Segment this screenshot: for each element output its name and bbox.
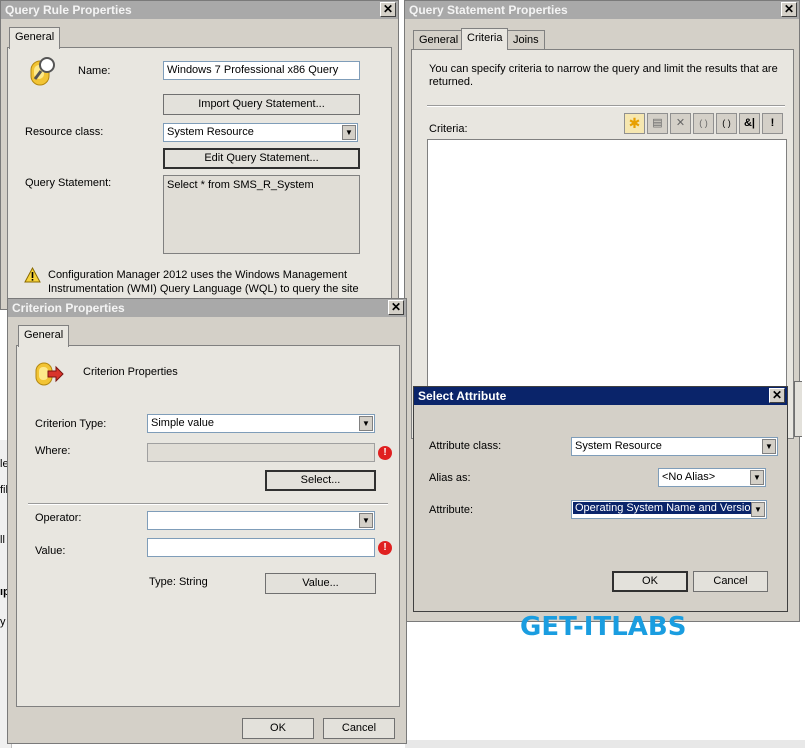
query-icon xyxy=(27,55,57,90)
chevron-down-icon[interactable]: ▼ xyxy=(359,416,373,431)
attribute-class-label: Attribute class: xyxy=(429,440,502,452)
value-button[interactable]: Value... xyxy=(265,573,376,594)
warning-icon xyxy=(24,266,41,286)
properties-icon[interactable]: ▤ xyxy=(647,113,668,134)
resource-class-label: Resource class: xyxy=(25,126,104,138)
tab-criteria[interactable]: Criteria xyxy=(461,28,509,50)
resource-class-select[interactable]: System Resource ▼ xyxy=(163,123,358,142)
query-statement-title: Query Statement Properties xyxy=(405,1,799,19)
query-statement-box[interactable]: Select * from SMS_R_System xyxy=(163,175,360,254)
error-icon: ! xyxy=(378,541,392,555)
tab-joins[interactable]: Joins xyxy=(507,30,545,50)
new-criterion-icon[interactable]: ✱ xyxy=(624,113,645,134)
criteria-list[interactable] xyxy=(427,139,787,387)
attribute-value: Operating System Name and Version xyxy=(573,502,759,514)
alias-label: Alias as: xyxy=(429,472,471,484)
import-query-statement-button[interactable]: Import Query Statement... xyxy=(163,94,360,115)
cancel-button[interactable]: Cancel xyxy=(693,571,768,592)
criteria-toolbar: ✱ ▤ ✕ ( ) ( ) &| ! xyxy=(623,113,789,135)
alias-select[interactable]: <No Alias> ▼ xyxy=(658,468,766,487)
select-button[interactable]: Select... xyxy=(265,470,376,491)
cancel-button[interactable]: Cancel xyxy=(323,718,395,739)
query-statement-label: Query Statement: xyxy=(25,177,112,189)
attribute-select[interactable]: Operating System Name and Version ▼ xyxy=(571,500,767,519)
ok-button[interactable]: OK xyxy=(242,718,314,739)
criteria-label: Criteria: xyxy=(429,123,468,135)
warning-line-1: Configuration Manager 2012 uses the Wind… xyxy=(48,269,348,281)
chevron-down-icon[interactable]: ▼ xyxy=(750,470,764,485)
type-string-label: Type: String xyxy=(149,576,208,588)
chevron-down-icon[interactable]: ▼ xyxy=(751,502,765,517)
warning-line-2: Instrumentation (WMI) Query Language (WQ… xyxy=(48,283,359,295)
query-rule-dialog: Query Rule Properties ✕ General Name: Wi… xyxy=(0,0,399,310)
separator xyxy=(28,503,388,505)
chevron-down-icon[interactable]: ▼ xyxy=(342,125,356,140)
criterion-type-select[interactable]: Simple value ▼ xyxy=(147,414,375,433)
and-or-icon[interactable]: &| xyxy=(739,113,760,134)
separator xyxy=(427,105,785,107)
close-icon[interactable]: ✕ xyxy=(380,2,396,17)
value-label: Value: xyxy=(35,545,66,557)
select-attribute-dialog: Select Attribute ✕ Attribute class: Syst… xyxy=(413,386,788,612)
error-icon: ! xyxy=(378,446,392,460)
name-label: Name: xyxy=(78,65,111,77)
where-field[interactable] xyxy=(147,443,375,462)
delete-icon[interactable]: ✕ xyxy=(670,113,691,134)
operator-label: Operator: xyxy=(35,512,82,524)
criterion-dialog: Criterion Properties ✕ General Criterion… xyxy=(7,298,407,744)
query-rule-title: Query Rule Properties xyxy=(1,1,398,19)
bg-fragment: ll xyxy=(0,534,5,546)
tab-general[interactable]: General xyxy=(413,30,465,50)
right-edge-button[interactable] xyxy=(794,381,802,437)
close-icon[interactable]: ✕ xyxy=(769,388,785,403)
attribute-class-select[interactable]: System Resource ▼ xyxy=(571,437,778,456)
where-label: Where: xyxy=(35,445,71,457)
bg-scroll-area xyxy=(405,740,805,748)
query-statement-text: Select * from SMS_R_System xyxy=(167,179,314,191)
bg-fragment: y xyxy=(0,616,6,628)
resource-class-value: System Resource xyxy=(167,126,254,138)
criterion-title: Criterion Properties xyxy=(8,299,406,317)
ok-button[interactable]: OK xyxy=(612,571,688,592)
edit-query-statement-button[interactable]: Edit Query Statement... xyxy=(163,148,360,169)
value-field[interactable] xyxy=(147,538,375,557)
criterion-type-label: Criterion Type: xyxy=(35,418,107,430)
tab-general[interactable]: General xyxy=(9,27,61,49)
criteria-description: You can specify criteria to narrow the q… xyxy=(429,63,778,88)
attribute-class-value: System Resource xyxy=(575,440,662,452)
attribute-label: Attribute: xyxy=(429,504,474,516)
alias-value: <No Alias> xyxy=(662,471,716,483)
not-icon[interactable]: ! xyxy=(762,113,783,134)
ungroup-icon[interactable]: ( ) xyxy=(716,113,737,134)
chevron-down-icon[interactable]: ▼ xyxy=(762,439,776,454)
select-attribute-title: Select Attribute xyxy=(414,387,787,405)
group-icon[interactable]: ( ) xyxy=(693,113,714,134)
criterion-type-value: Simple value xyxy=(151,417,214,429)
close-icon[interactable]: ✕ xyxy=(781,2,797,17)
watermark-logo: GET-ITLABS xyxy=(520,612,687,642)
criterion-icon xyxy=(34,359,64,390)
chevron-down-icon[interactable]: ▼ xyxy=(359,513,373,528)
criterion-heading: Criterion Properties xyxy=(83,366,178,378)
close-icon[interactable]: ✕ xyxy=(388,300,404,315)
operator-select[interactable]: ▼ xyxy=(147,511,375,530)
tab-general[interactable]: General xyxy=(18,325,70,347)
name-field[interactable]: Windows 7 Professional x86 Query xyxy=(163,61,360,80)
